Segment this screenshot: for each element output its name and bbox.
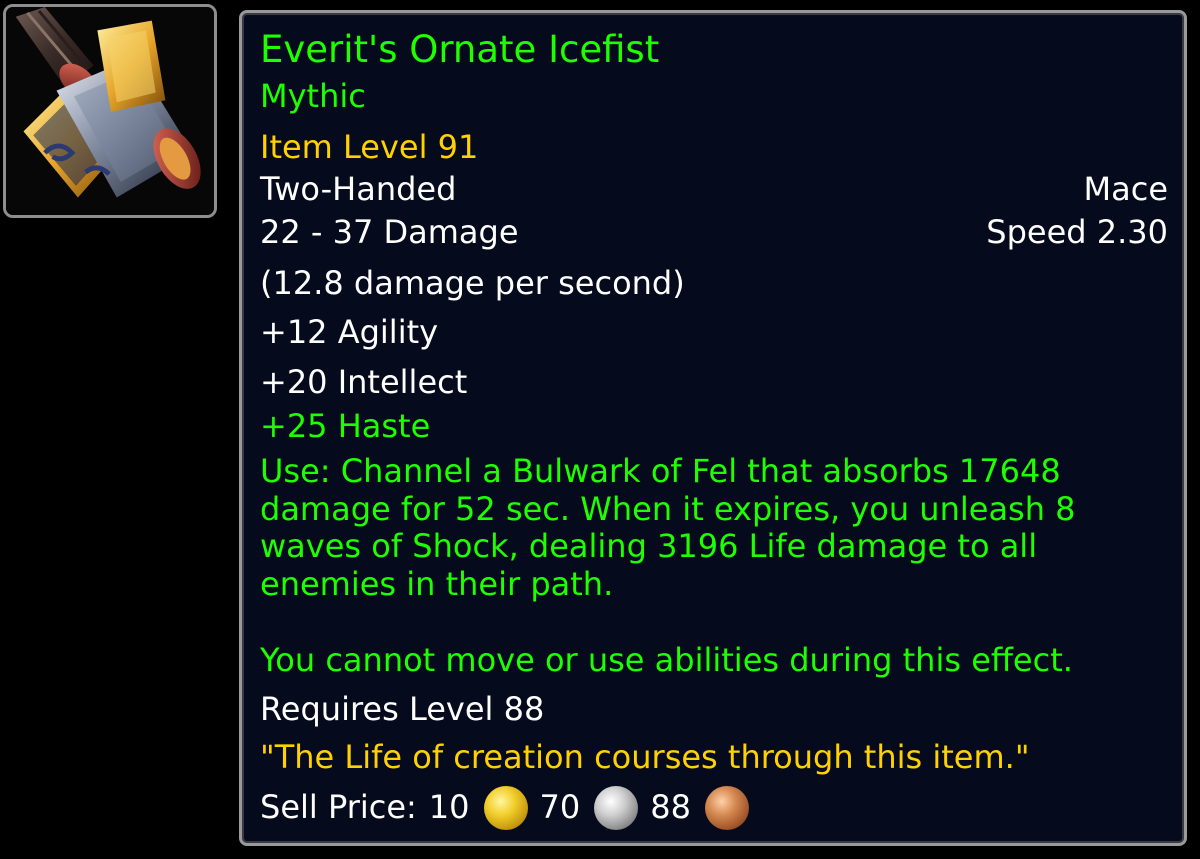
mace-icon xyxy=(6,7,214,215)
weapon-hands: Two-Handed xyxy=(260,170,457,208)
silver-coin-icon xyxy=(594,786,639,830)
sell-price: Sell Price: 10 70 88 xyxy=(260,785,1168,830)
stat-intellect: +20 Intellect xyxy=(260,363,468,401)
weapon-damage: 22 - 37 Damage xyxy=(260,213,519,251)
gold-coin-icon xyxy=(483,786,528,830)
weapon-slot-row: Two-Handed Mace xyxy=(260,169,1168,209)
use-effect-note: You cannot move or use abilities during … xyxy=(260,641,1073,679)
weapon-speed: Speed 2.30 xyxy=(986,213,1168,251)
stat-haste: +25 Haste xyxy=(260,407,431,445)
weapon-type: Mace xyxy=(1083,170,1169,208)
flavor-text: "The Life of creation courses through th… xyxy=(260,738,1030,776)
item-quality: Mythic xyxy=(260,77,366,115)
stat-agility: +12 Agility xyxy=(260,313,439,351)
sell-price-label: Sell Price: xyxy=(260,788,417,826)
silver-amount: 70 xyxy=(539,788,581,826)
item-tooltip: Everit's Ornate Icefist Mythic Item Leve… xyxy=(239,10,1187,846)
item-level: Item Level 91 xyxy=(260,128,479,166)
gold-amount: 10 xyxy=(428,788,470,826)
copper-coin-icon xyxy=(704,786,749,830)
copper-amount: 88 xyxy=(650,788,691,826)
item-icon-frame[interactable] xyxy=(3,4,217,218)
item-name: Everit's Ornate Icefist xyxy=(260,28,660,71)
damage-row: 22 - 37 Damage Speed 2.30 xyxy=(260,212,1168,252)
weapon-dps: (12.8 damage per second) xyxy=(260,264,685,302)
level-requirement: Requires Level 88 xyxy=(260,690,545,728)
use-effect: Use: Channel a Bulwark of Fel that absor… xyxy=(260,452,1076,603)
